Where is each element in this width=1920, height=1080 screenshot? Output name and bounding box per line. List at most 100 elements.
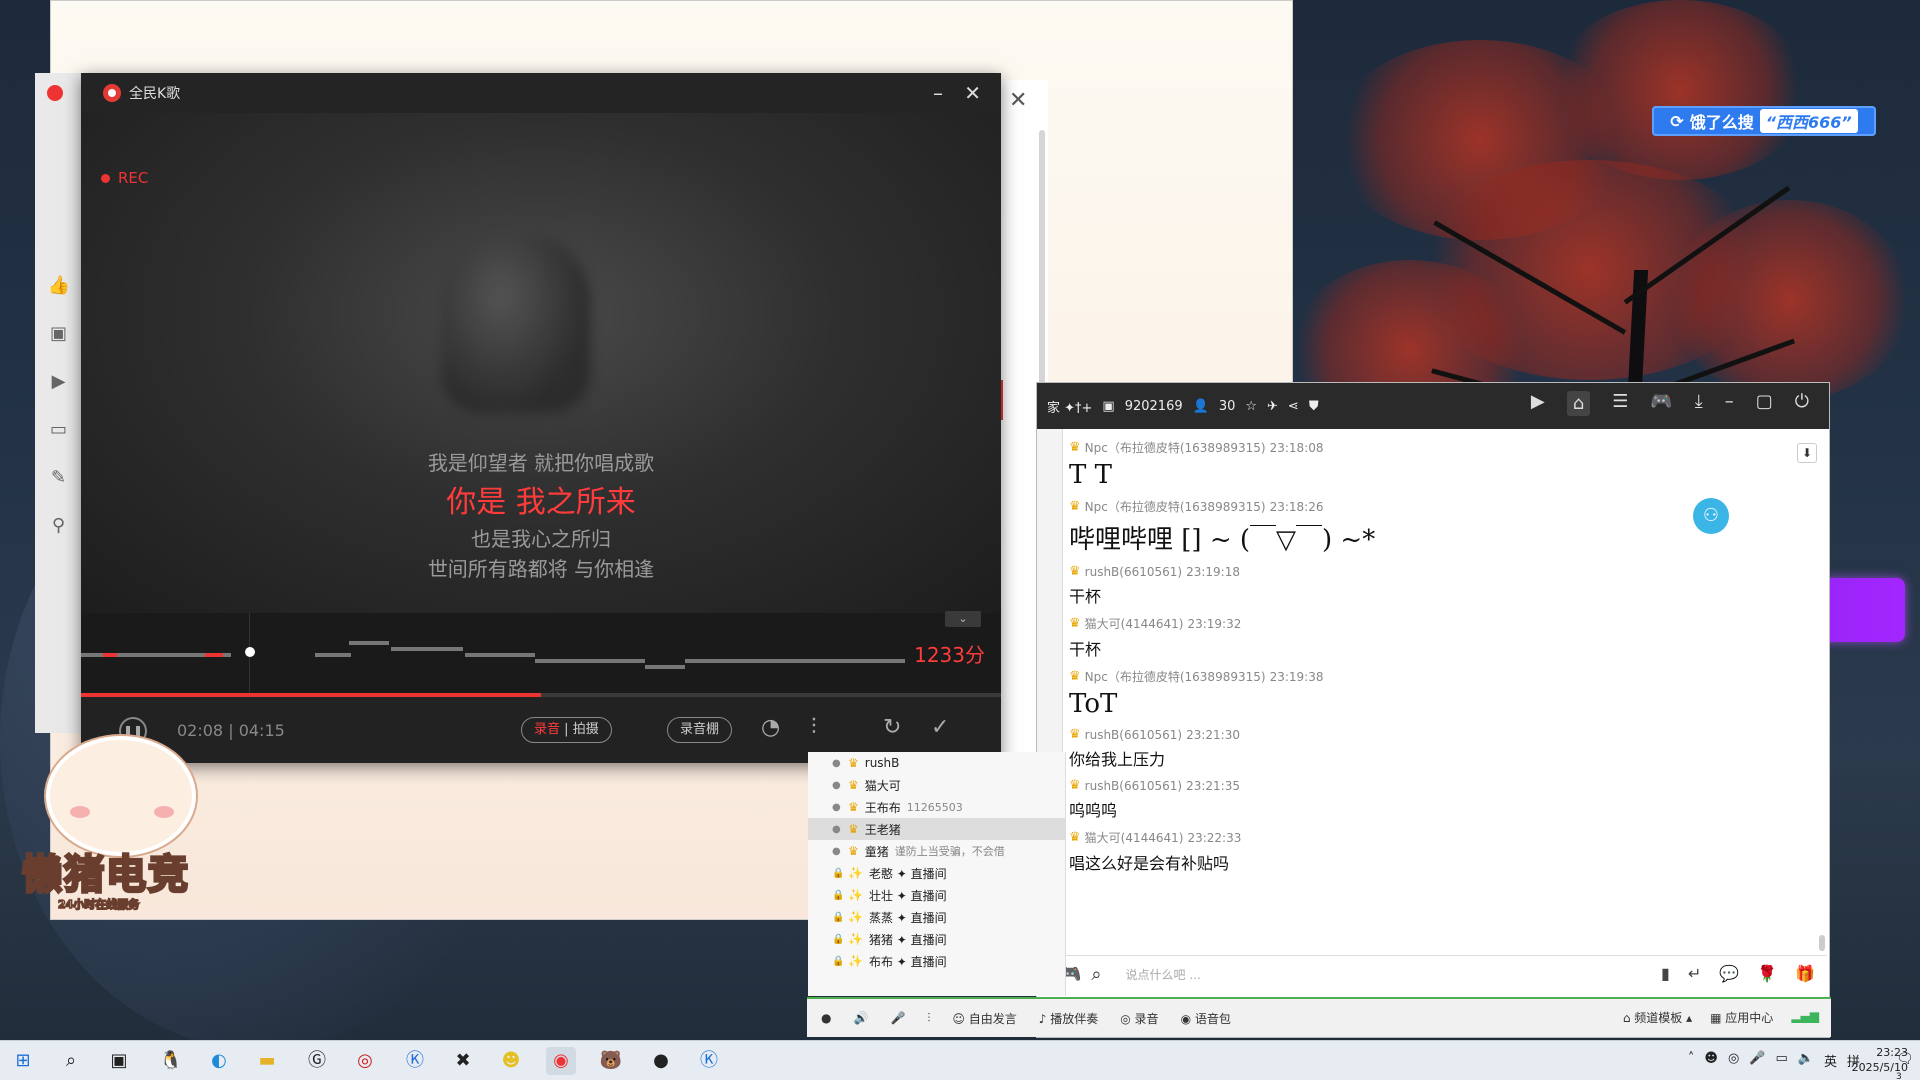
app-g-icon[interactable]: Ⓖ	[302, 1047, 332, 1075]
chat-text: 呜呜呜	[1069, 801, 1118, 820]
notification-icon[interactable]: 🗨3	[1896, 1051, 1916, 1080]
record-button[interactable]: ◎ 录音	[1120, 1010, 1158, 1027]
chat-message: ♛ Npc（布拉德皮特(1638989315) 23:19:38 ToT	[1069, 668, 1819, 719]
mixer-icon[interactable]: ⫶	[927, 1011, 930, 1026]
maximize-icon[interactable]: ▢	[1756, 391, 1773, 416]
chat-scrollbar[interactable]	[1819, 935, 1825, 951]
video-icon[interactable]: ▶	[48, 371, 70, 393]
search-icon[interactable]: ⌕	[56, 1047, 86, 1075]
voice-pack-button[interactable]: ◉ 语音包	[1181, 1010, 1231, 1027]
speed-icon[interactable]: ◔	[761, 715, 780, 740]
tray-app-icon[interactable]: ☻	[1704, 1051, 1718, 1070]
chat-user[interactable]: Npc（布拉德皮特(1638989315)	[1085, 498, 1266, 515]
chat-text: T T	[1069, 460, 1112, 490]
minimize-icon[interactable]: –	[933, 81, 943, 105]
report-icon[interactable]: ⛊	[1309, 399, 1319, 414]
karaoke-titlebar[interactable]: 全民K歌	[81, 73, 1001, 113]
studio-button[interactable]: 录音棚	[667, 717, 733, 743]
chat-user[interactable]: rushB(6610561)	[1085, 728, 1182, 742]
tray-network-icon[interactable]: ▭	[1775, 1051, 1787, 1070]
thumbs-up-icon[interactable]: 👍	[48, 275, 70, 297]
favorite-star-icon[interactable]: ☆	[1245, 399, 1257, 414]
app-logo-icon	[47, 85, 63, 101]
task-view-icon[interactable]: ▣	[104, 1047, 134, 1075]
record-mode-toggle[interactable]: 录音 | 拍摄	[521, 717, 612, 743]
lyric-next1: 也是我心之所归	[471, 527, 611, 551]
scroll-down-icon[interactable]: ⬇	[1797, 443, 1817, 463]
user-list-item[interactable]: ● ♛ 猫大可	[808, 774, 1065, 796]
speaker-icon[interactable]: 🔊	[853, 1011, 868, 1025]
avatar[interactable]: ●	[821, 1011, 831, 1025]
equalizer-icon[interactable]: ⫶	[811, 715, 817, 740]
finish-check-icon[interactable]: ✓	[931, 715, 949, 740]
mic-icon[interactable]: ⚲	[48, 515, 70, 537]
bear-app-icon[interactable]: 🐻	[596, 1047, 626, 1075]
minimize-icon[interactable]: –	[1725, 391, 1734, 416]
chat-user[interactable]: 猫大可(4144641)	[1085, 615, 1184, 632]
user-list-item[interactable]: 🔒 ✨ 壮壮 ✦ 直播间	[808, 884, 1065, 906]
record-mode-video[interactable]: 拍摄	[573, 722, 599, 737]
chat-input[interactable]: 说点什么吧 ...	[1126, 966, 1201, 983]
gamepad-icon[interactable]: 🎮	[1650, 391, 1672, 416]
user-list-item[interactable]: 🔒 ✨ 猪猪 ✦ 直播间	[808, 928, 1065, 950]
user-list-item[interactable]: ● ♛ 童猪 谨防上当受骗，不会借	[808, 840, 1065, 862]
karaoke-taskbar-icon[interactable]: ◉	[546, 1047, 576, 1075]
game-app-icon[interactable]: ✖	[448, 1047, 478, 1075]
tray-expand-icon[interactable]: ˄	[1688, 1051, 1695, 1070]
user-list-item[interactable]: 🔒 ✨ 布布 ✦ 直播间	[808, 950, 1065, 972]
power-icon[interactable]: ⏻	[1795, 391, 1809, 416]
app-black-icon[interactable]: ●	[646, 1047, 676, 1075]
chat-user[interactable]: Npc（布拉德皮特(1638989315)	[1085, 668, 1266, 685]
kugou-icon[interactable]: Ⓚ	[400, 1047, 430, 1075]
edge-icon[interactable]: ◐	[204, 1047, 234, 1075]
list-icon[interactable]: ☰	[1612, 391, 1628, 416]
speech-bubble-icon[interactable]: 💬	[1719, 964, 1739, 983]
restart-icon[interactable]: ↻	[883, 715, 901, 740]
send-enter-icon[interactable]: ↵	[1688, 964, 1701, 983]
close-icon[interactable]: ✕	[964, 81, 981, 105]
search-emoji-icon[interactable]: ⌕	[1091, 964, 1101, 985]
share-plane-icon[interactable]: ✈	[1267, 399, 1278, 414]
kugou-alt-icon[interactable]: Ⓚ	[694, 1047, 724, 1075]
close-icon[interactable]: ✕	[1009, 88, 1027, 113]
gift-box-icon[interactable]: 🎁	[1795, 964, 1815, 983]
play-music-button[interactable]: ♪ 播放伴奏	[1039, 1010, 1099, 1027]
user-list-item[interactable]: ● ♛ rushB	[808, 752, 1065, 774]
netease-music-icon[interactable]: ◎	[350, 1047, 380, 1075]
chat-user[interactable]: rushB(6610561)	[1085, 565, 1182, 579]
home-icon[interactable]: ⌂	[1566, 391, 1591, 416]
free-speak-button[interactable]: ☺ 自由发言	[952, 1010, 1016, 1027]
video-icon[interactable]: ▶	[1531, 391, 1545, 416]
yy-icon[interactable]: ☻	[496, 1047, 526, 1075]
search-banner[interactable]: ⟳ 饿了么搜 “西西666”	[1652, 106, 1876, 136]
user-list-item[interactable]: ● ♛ 王布布 11265503	[808, 796, 1065, 818]
chat-time: 23:18:26	[1269, 499, 1324, 514]
chat-user[interactable]: 猫大可(4144641)	[1085, 829, 1184, 846]
microphone-icon[interactable]: 🎤	[890, 1011, 905, 1025]
file-explorer-icon[interactable]: ▬	[252, 1047, 282, 1075]
rose-gift-icon[interactable]: 🌹	[1757, 964, 1777, 983]
tray-netease-icon[interactable]: ◎	[1728, 1051, 1739, 1070]
tray-volume-icon[interactable]: 🔈	[1798, 1051, 1814, 1070]
monitor-icon[interactable]: ▭	[48, 419, 70, 441]
share-icon[interactable]: ⋖	[1288, 399, 1299, 414]
chat-user[interactable]: Npc（布拉德皮特(1638989315)	[1085, 439, 1266, 456]
user-list-item[interactable]: 🔒 ✨ 蒸蒸 ✦ 直播间	[808, 906, 1065, 928]
mic-toggle-icon[interactable]: ▮	[1661, 964, 1670, 983]
download-icon[interactable]: ⤓	[1695, 391, 1703, 416]
chat-message: ♛ rushB(6610561) 23:21:35 呜呜呜	[1069, 778, 1819, 821]
collapse-chevron-icon[interactable]: ⌄	[945, 611, 981, 627]
chat-user[interactable]: rushB(6610561)	[1085, 779, 1182, 793]
chat-icon[interactable]: ▣	[48, 323, 70, 345]
windows-start-icon[interactable]: ⊞	[8, 1047, 38, 1075]
robot-assistant-icon[interactable]: ⚇	[1693, 498, 1729, 534]
ime-language[interactable]: 英	[1824, 1051, 1837, 1070]
edit-icon[interactable]: ✎	[48, 467, 70, 489]
record-mode-audio[interactable]: 录音	[534, 722, 560, 737]
user-list-item[interactable]: ● ♛ 王老猪	[808, 818, 1065, 840]
user-list-item[interactable]: 🔒 ✨ 老憨 ✦ 直播间	[808, 862, 1065, 884]
qq-icon[interactable]: 🐧	[156, 1047, 186, 1075]
channel-template-button[interactable]: ⌂ 频道模板 ▴	[1623, 1009, 1692, 1026]
app-center-button[interactable]: ▦ 应用中心	[1710, 1009, 1773, 1026]
tray-mic-icon[interactable]: 🎤	[1749, 1051, 1765, 1070]
